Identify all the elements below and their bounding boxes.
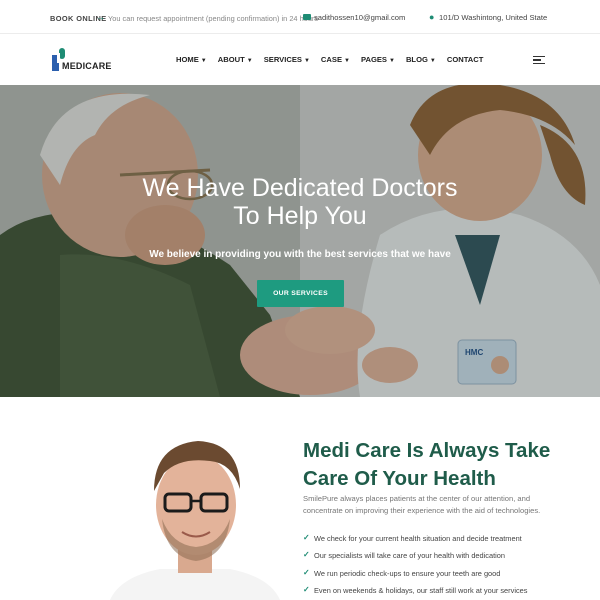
hero-title-line-1: We Have Dedicated Doctors: [142, 174, 458, 202]
feature-list: ✓ We check for your current health situa…: [303, 533, 583, 600]
nav-about[interactable]: ABOUT ▼: [218, 55, 253, 64]
chevron-down-icon: ▼: [303, 58, 310, 64]
nav-about-label: ABOUT: [217, 55, 245, 64]
list-item: ✓ Even on weekends & holidays, our staff…: [303, 585, 583, 600]
nav-blog-label: BLOG: [405, 55, 428, 64]
doctor-portrait: [110, 441, 280, 600]
top-bar: BOOK ONLINE → You can request appointmen…: [0, 0, 600, 34]
feature-text: We run periodic check-ups to ensure your…: [314, 568, 501, 578]
about-section: Medi Care Is Always Take Care Of Your He…: [0, 397, 600, 600]
our-services-button[interactable]: OUR SERVICES: [257, 280, 344, 307]
nav-services-label: SERVICES: [263, 55, 302, 64]
site-logo[interactable]: MEDICARE: [50, 45, 112, 75]
feature-text: We check for your current health situati…: [314, 534, 522, 543]
check-icon: ✓: [303, 533, 310, 542]
list-item: ✓ Our specialists will take care of your…: [303, 550, 583, 567]
site-header: MEDICARE HOME ▼ ABOUT ▼ SERVICES ▼ CASE ▼ PA…: [0, 35, 600, 85]
list-item: ✓ We run periodic check-ups to ensure yo…: [303, 568, 583, 585]
nav-pages[interactable]: PAGES ▼: [361, 55, 395, 64]
chevron-down-icon: ▼: [429, 58, 436, 64]
arrow-right-icon: →: [96, 12, 105, 22]
nav-contact[interactable]: CONTACT: [447, 55, 484, 64]
nav-pages-label: PAGES: [360, 55, 387, 64]
chevron-down-icon: ▼: [344, 58, 350, 64]
nav-services[interactable]: SERVICES ▼: [264, 55, 310, 64]
check-icon: ✓: [303, 567, 310, 577]
nav-case-label: CASE: [320, 55, 343, 64]
nav-case[interactable]: CASE ▼: [321, 55, 350, 64]
chevron-down-icon: ▼: [246, 58, 253, 64]
chevron-down-icon: ▼: [200, 58, 207, 64]
appointment-note: You can request appointment (pending con…: [108, 14, 319, 23]
check-icon: ✓: [303, 585, 310, 595]
about-description: SmilePure always places patients at the …: [303, 494, 541, 515]
feature-text: Our specialists will take care of your h…: [314, 551, 506, 561]
main-nav: HOME ▼ ABOUT ▼ SERVICES ▼ CASE ▼ PAGES ▼ BLOG…: [176, 55, 494, 64]
envelope-icon: [303, 14, 311, 20]
nav-contact-label: CONTACT: [446, 55, 484, 64]
hero-overlay: [0, 85, 600, 397]
list-item: ✓ We check for your current health situa…: [303, 533, 583, 550]
logo-text: MEDICARE: [62, 61, 112, 71]
hamburger-icon[interactable]: [533, 56, 545, 65]
hero-title: We Have Dedicated Doctors To Help You: [0, 174, 600, 230]
hero-subtitle: We believe in providing you with the bes…: [149, 249, 451, 260]
map-pin-icon: ●: [429, 12, 435, 22]
about-title: Medi Care Is Always Take Care Of Your He…: [303, 439, 551, 490]
nav-home-label: HOME: [176, 55, 199, 64]
nav-home[interactable]: HOME ▼: [176, 55, 207, 64]
nav-blog[interactable]: BLOG ▼: [406, 55, 436, 64]
contact-email[interactable]: sadithossen10@gmail.com: [314, 13, 405, 22]
hero-banner: HMC We Have Dedicated Doctors To Help Yo…: [0, 85, 600, 397]
feature-text: Even on weekends & holidays, our staff s…: [314, 586, 528, 596]
hero-title-line-2: To Help You: [233, 202, 367, 230]
contact-location: 101/D Washintong, United State: [439, 13, 548, 22]
check-icon: ✓: [303, 550, 310, 560]
chevron-down-icon: ▼: [389, 58, 395, 64]
